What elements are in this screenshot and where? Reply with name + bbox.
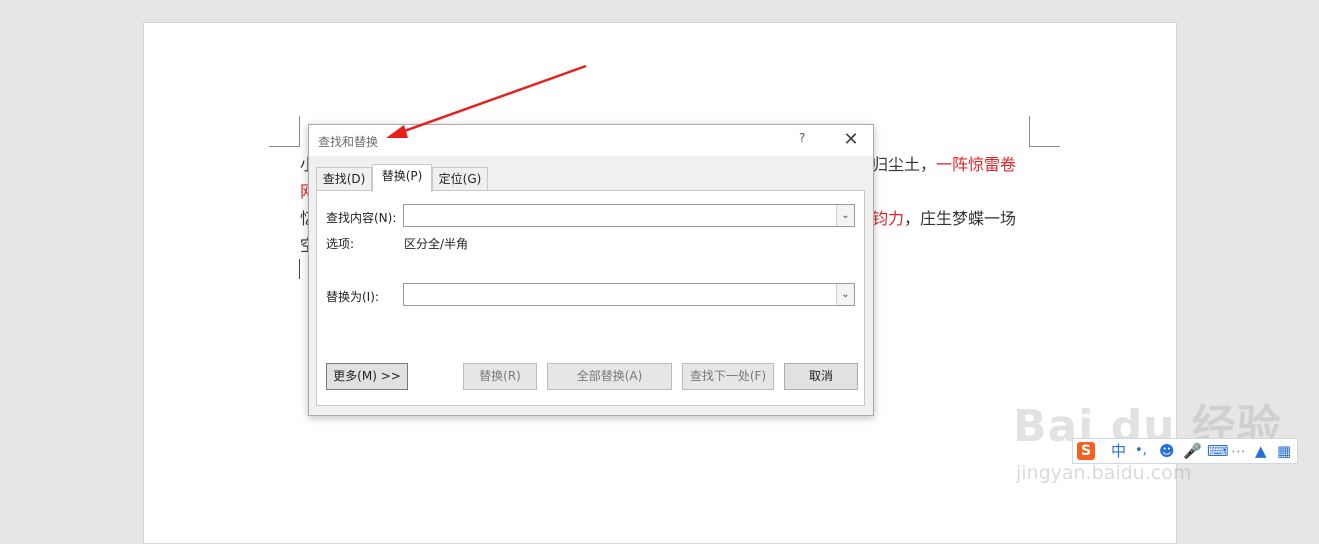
emoji-icon[interactable]: ☻ [1159,442,1175,460]
annotation-arrow-line [395,64,587,136]
sogou-logo-icon[interactable]: S [1077,442,1095,460]
skin-shirt-icon[interactable]: ▲ [1255,442,1267,460]
annotation-arrow-head [386,125,408,138]
more-tools-icon[interactable]: ⋯ [1231,442,1246,460]
keyboard-icon[interactable]: ⌨ [1207,442,1229,460]
microphone-icon[interactable]: 🎤 [1183,442,1202,460]
ime-punctuation-toggle[interactable]: •, [1135,442,1147,460]
ime-toolbar[interactable]: S 中 •, ☻ 🎤 ⌨ ⋯ ▲ ▦ [1072,438,1298,464]
ime-mode-toggle[interactable]: 中 [1111,442,1126,460]
toolbox-grid-icon[interactable]: ▦ [1277,442,1291,460]
tab-replace[interactable]: 替换(P) [372,164,432,192]
watermark-url: jingyan.baidu.com [1016,462,1192,484]
